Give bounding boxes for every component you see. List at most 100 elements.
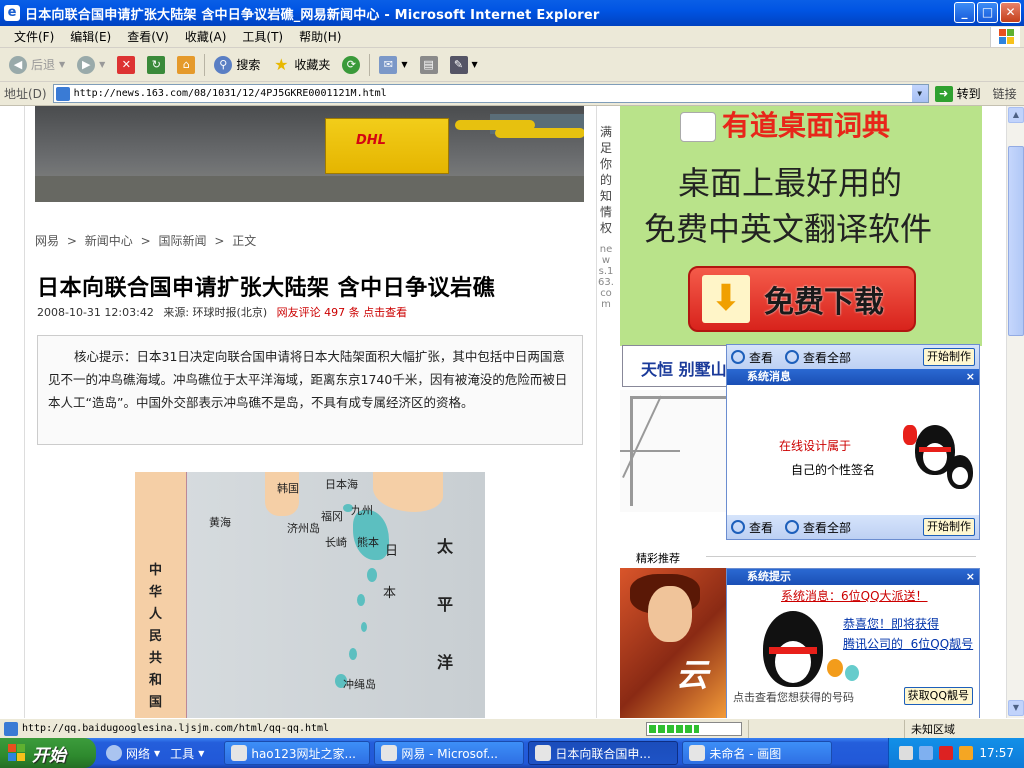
edit-button[interactable]: ✎ ▼ xyxy=(447,54,481,76)
balloon-icon xyxy=(845,665,859,681)
article-meta: 2008-10-31 12:03:42 来源: 环球时报(北京) 网友评论 49… xyxy=(37,304,407,320)
popup-title: 系统消息 × xyxy=(727,369,979,385)
back-button[interactable]: ◀ 后退 ▼ xyxy=(6,54,68,76)
progress-fill xyxy=(649,724,699,733)
online-design-text[interactable]: 在线设计属于 xyxy=(779,437,851,454)
scroll-up-icon[interactable]: ▲ xyxy=(1008,107,1024,123)
minimize-button[interactable]: _ xyxy=(954,2,975,23)
article-summary: 核心提示：日本31日决定向联合国申请将日本大陆架面积大幅扩张，其中包括中日两国意… xyxy=(37,335,583,445)
start-button[interactable]: 开始 xyxy=(0,738,96,768)
comments-link[interactable]: 点击查看 xyxy=(363,306,407,319)
view-all-link[interactable]: 查看全部 xyxy=(803,349,851,366)
menu-edit[interactable]: 编辑(E) xyxy=(62,28,119,45)
map-label-sea-of-japan: 日本海 xyxy=(325,478,358,491)
menu-tools[interactable]: 工具(T) xyxy=(234,28,291,45)
youdao-download-button[interactable]: ⬇ 免费下载 xyxy=(688,266,916,332)
click-view-link[interactable]: 点击查看您想获得的号码 xyxy=(733,689,854,705)
youdao-ad[interactable]: 有道桌面词典 桌面上最好用的 免费中英文翻译软件 ⬇ 免费下载 xyxy=(620,106,982,346)
taskbar-item-article[interactable]: 日本向联合国申... xyxy=(528,741,679,765)
menu-help[interactable]: 帮助(H) xyxy=(291,28,349,45)
antivirus-icon[interactable] xyxy=(959,746,974,760)
congrats-link[interactable]: 恭喜您！即将获得 xyxy=(843,615,939,632)
stop-button[interactable]: ✕ xyxy=(114,54,138,76)
tools-toolbar[interactable]: 工具 xyxy=(170,745,194,762)
scroll-down-icon[interactable]: ▼ xyxy=(1008,700,1024,716)
map-label-yellow-sea: 黄海 xyxy=(209,516,231,529)
taskbar-item-netease[interactable]: 网易 - Microsof... xyxy=(374,741,525,765)
print-button[interactable]: ▤ xyxy=(417,54,441,76)
map-label-korea: 韩国 xyxy=(277,482,299,495)
menu-view[interactable]: 查看(V) xyxy=(119,28,177,45)
system-news-link[interactable]: 系统消息：6位QQ大派送！ xyxy=(781,587,928,604)
map-label-jeju: 济州岛 xyxy=(287,522,320,535)
forward-button[interactable]: ▶ ▼ xyxy=(74,54,108,76)
links-button[interactable]: 链接 xyxy=(993,85,1017,102)
sidebar: 有道桌面词典 桌面上最好用的 免费中英文翻译软件 ⬇ 免费下载 天恒 别墅山 查… xyxy=(620,106,1006,718)
menu-favorites[interactable]: 收藏(A) xyxy=(177,28,235,45)
maximize-button[interactable]: □ xyxy=(977,2,998,23)
start-make-button[interactable]: 开始制作 xyxy=(923,518,975,536)
breadcrumb-news-center[interactable]: 新闻中心 xyxy=(85,234,133,248)
breadcrumb-intl-news[interactable]: 国际新闻 xyxy=(158,234,206,248)
magnifier-icon xyxy=(785,350,800,364)
security-shield-icon[interactable] xyxy=(939,746,954,760)
view-link[interactable]: 查看 xyxy=(749,519,773,536)
popup-title: 系统提示 × xyxy=(727,569,979,585)
address-dropdown-icon[interactable]: ▼ xyxy=(911,85,928,102)
refresh-button[interactable]: ↻ xyxy=(144,54,168,76)
dhl-banner-ad[interactable]: DHL xyxy=(35,106,584,202)
favorites-button[interactable]: ★ 收藏夹 xyxy=(269,54,333,76)
paint-icon xyxy=(689,745,706,761)
article-headline: 日本向联合国申请扩张大陆架 含中日争议岩礁 xyxy=(37,275,496,301)
windows-logo-icon xyxy=(8,744,26,762)
crane-image xyxy=(620,390,726,512)
breadcrumb-netease[interactable]: 网易 xyxy=(35,234,59,248)
youdao-book-icon xyxy=(680,112,716,142)
tencent-link[interactable]: 腾讯公司的 6位QQ靓号 xyxy=(843,635,973,652)
comments-count[interactable]: 497 xyxy=(324,306,345,319)
search-icon: ⚲ xyxy=(214,55,233,74)
menu-file[interactable]: 文件(F) xyxy=(6,28,62,45)
map-label-japan-2: 本 xyxy=(383,586,397,601)
address-input[interactable]: http://news.163.com/08/1031/12/4PJ5GKRE0… xyxy=(52,84,929,103)
history-button[interactable]: ⟳ xyxy=(339,54,363,76)
vertical-scrollbar[interactable]: ▲ ▼ xyxy=(1006,106,1024,718)
taskbar-item-paint[interactable]: 未命名 - 画图 xyxy=(682,741,833,765)
page-icon xyxy=(55,86,70,101)
map-label-kumamoto: 熊本 xyxy=(357,536,379,549)
search-button[interactable]: ⚲ 搜索 xyxy=(211,54,263,76)
qq-penguin-icon xyxy=(947,455,973,489)
network-toolbar[interactable]: 网络 xyxy=(126,745,150,762)
scroll-thumb[interactable] xyxy=(1008,146,1024,336)
keyboard-icon[interactable] xyxy=(899,746,914,760)
view-link[interactable]: 查看 xyxy=(749,349,773,366)
start-make-button[interactable]: 开始制作 xyxy=(923,348,975,366)
view-all-link[interactable]: 查看全部 xyxy=(803,519,851,536)
summary-text: 核心提示：日本31日决定向联合国申请将日本大陆架面积大幅扩张，其中包括中日两国意… xyxy=(48,349,568,410)
network-icon xyxy=(106,745,122,761)
network-status-icon[interactable] xyxy=(919,746,934,760)
status-url: http://qq.baidugooglesina.ljsjm.com/html… xyxy=(0,721,640,736)
refresh-icon: ↻ xyxy=(147,55,166,74)
popup-close-button[interactable]: × xyxy=(966,569,975,585)
popup-close-button[interactable]: × xyxy=(966,369,975,385)
go-button[interactable]: ➜ 转到 xyxy=(934,85,981,102)
comments-label[interactable]: 网友评论 xyxy=(277,306,321,319)
map-label-pacific: 太平洋 xyxy=(437,537,454,672)
ie-icon xyxy=(535,745,552,761)
get-number-button[interactable]: 获取QQ靓号 xyxy=(903,687,973,705)
clock: 17:57 xyxy=(979,746,1014,760)
game-ad-image[interactable]: 云 xyxy=(620,568,726,718)
taskbar-item-hao123[interactable]: hao123网址之家... xyxy=(224,741,371,765)
mail-button[interactable]: ✉ ▼ xyxy=(376,54,410,76)
tianheng-ad[interactable]: 天恒 别墅山 xyxy=(622,345,732,387)
article-source: 环球时报(北京) xyxy=(192,306,268,319)
address-label: 地址(D) xyxy=(4,87,47,101)
home-button[interactable]: ⌂ xyxy=(174,54,198,76)
close-button[interactable]: ✕ xyxy=(1000,2,1021,23)
map-japan-land xyxy=(373,472,443,512)
comments-unit: 条 xyxy=(348,306,360,319)
stop-icon: ✕ xyxy=(117,55,136,74)
page-icon xyxy=(4,721,18,736)
toolbar-divider xyxy=(369,53,371,76)
